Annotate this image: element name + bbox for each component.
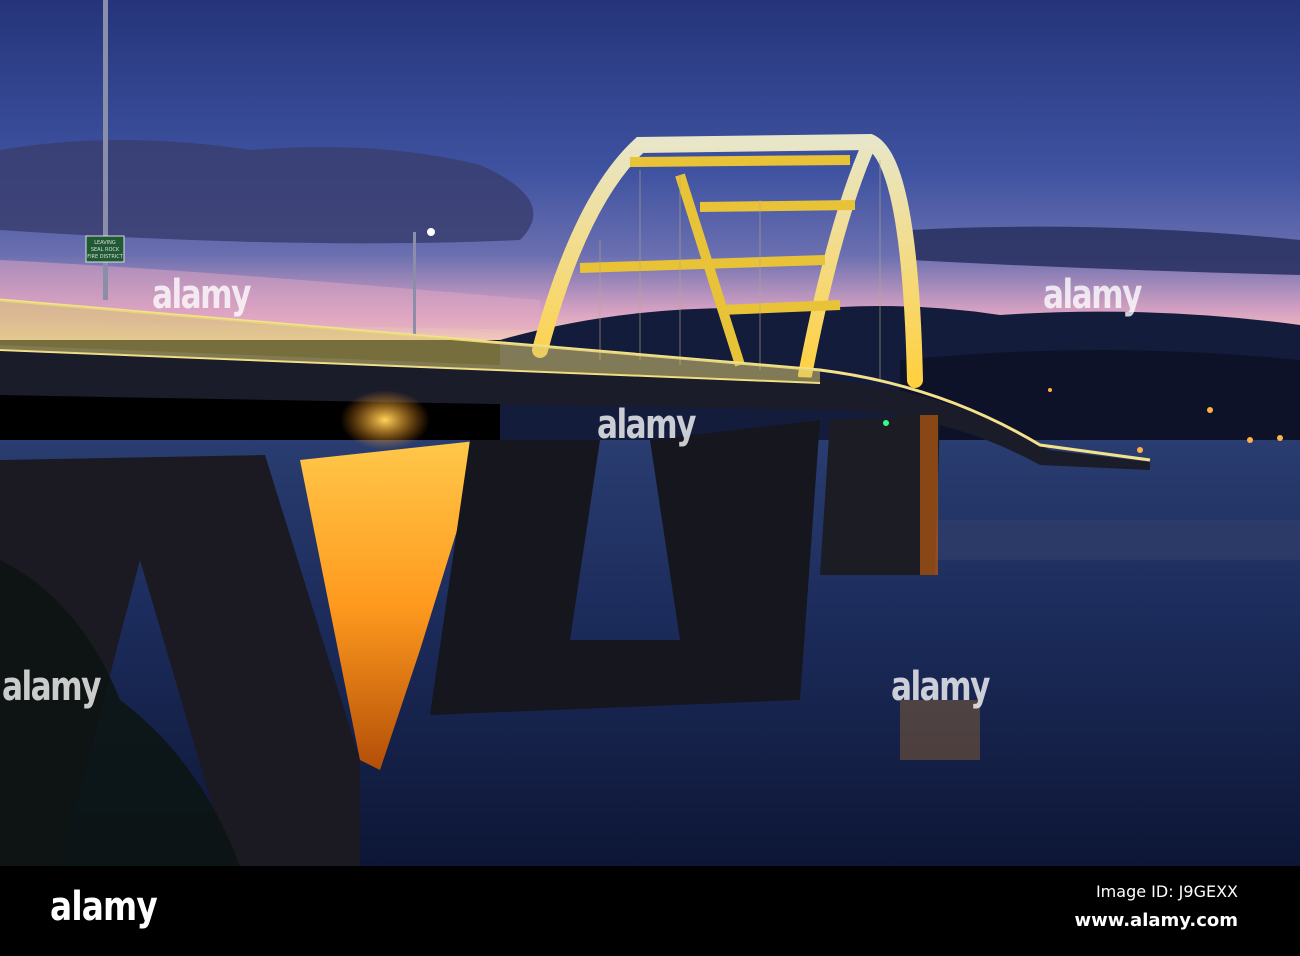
image-id: Image ID: J9GEXX <box>1095 882 1238 901</box>
watermark-text: alamy <box>152 272 251 318</box>
footer-bar: alamy Image ID: J9GEXX www.alamy.com <box>0 866 1300 956</box>
website-link: www.alamy.com <box>1074 910 1238 931</box>
svg-text:LEAVING: LEAVING <box>94 240 116 246</box>
watermark-text: alamy <box>597 402 696 448</box>
road-sign: LEAVING SEAL ROCK FIRE DISTRICT <box>85 235 125 263</box>
watermark-text: alamy <box>2 664 101 710</box>
watermark-text: alamy <box>891 664 990 710</box>
watermark-text: alamy <box>1043 272 1142 318</box>
alamy-logo: alamy <box>50 884 158 930</box>
svg-text:SEAL ROCK: SEAL ROCK <box>91 247 120 253</box>
svg-text:FIRE DISTRICT: FIRE DISTRICT <box>87 254 124 260</box>
